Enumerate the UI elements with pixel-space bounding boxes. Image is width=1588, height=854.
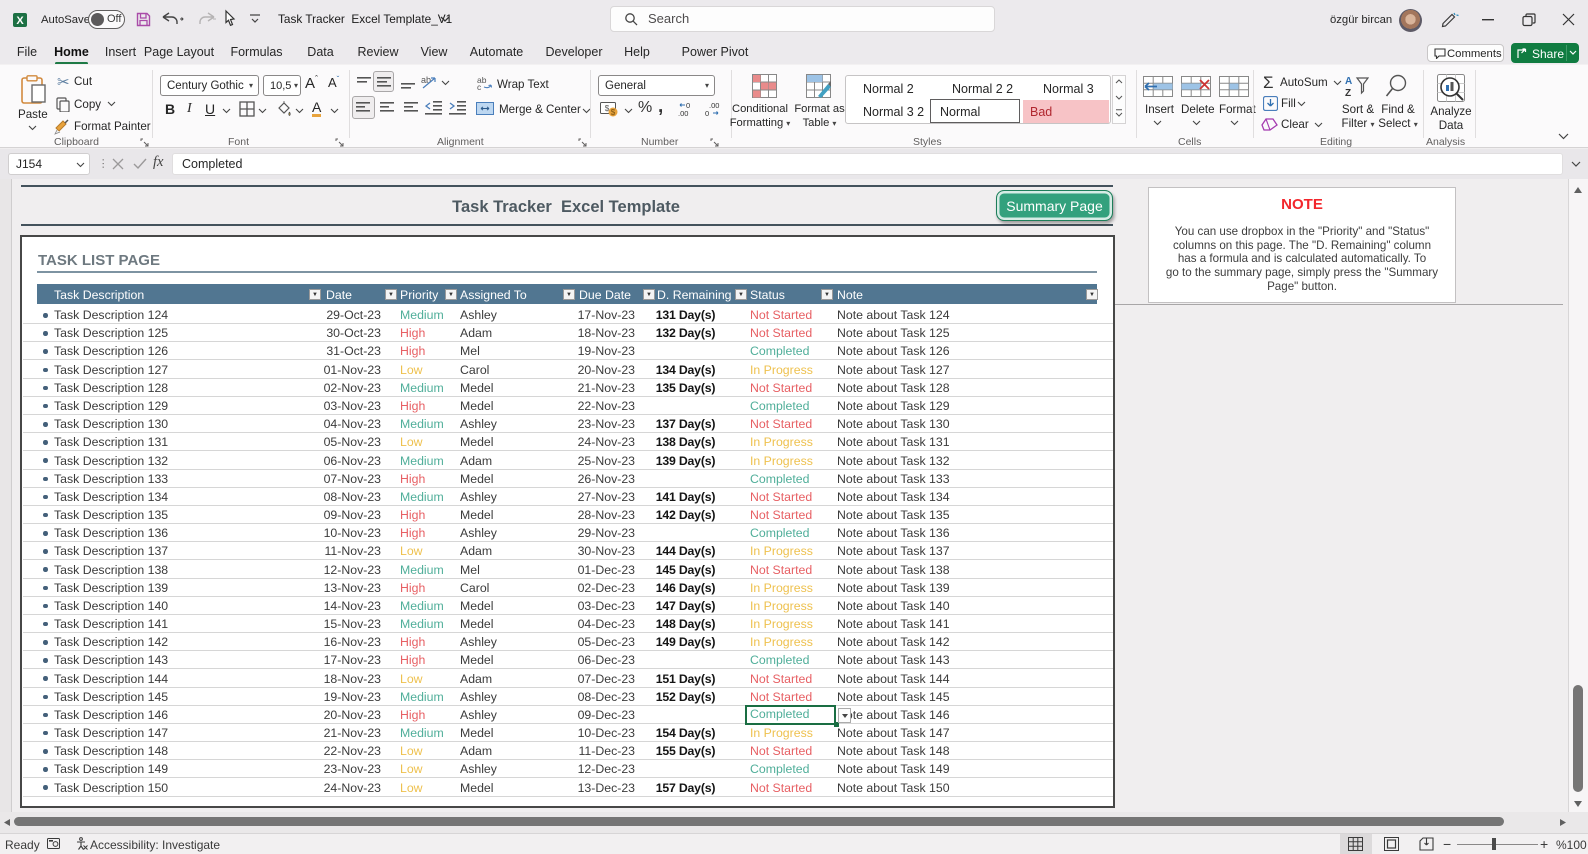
svg-text:.00: .00 [709,101,719,110]
svg-text:0: 0 [705,109,709,117]
svg-text:A: A [1345,76,1352,87]
svg-text:Z: Z [1345,88,1351,97]
svg-text:ab: ab [421,75,431,85]
svg-text:$: $ [611,108,616,117]
svg-text:.00: .00 [678,109,688,117]
svg-text:X: X [16,15,24,27]
svg-text:$: $ [605,104,610,113]
